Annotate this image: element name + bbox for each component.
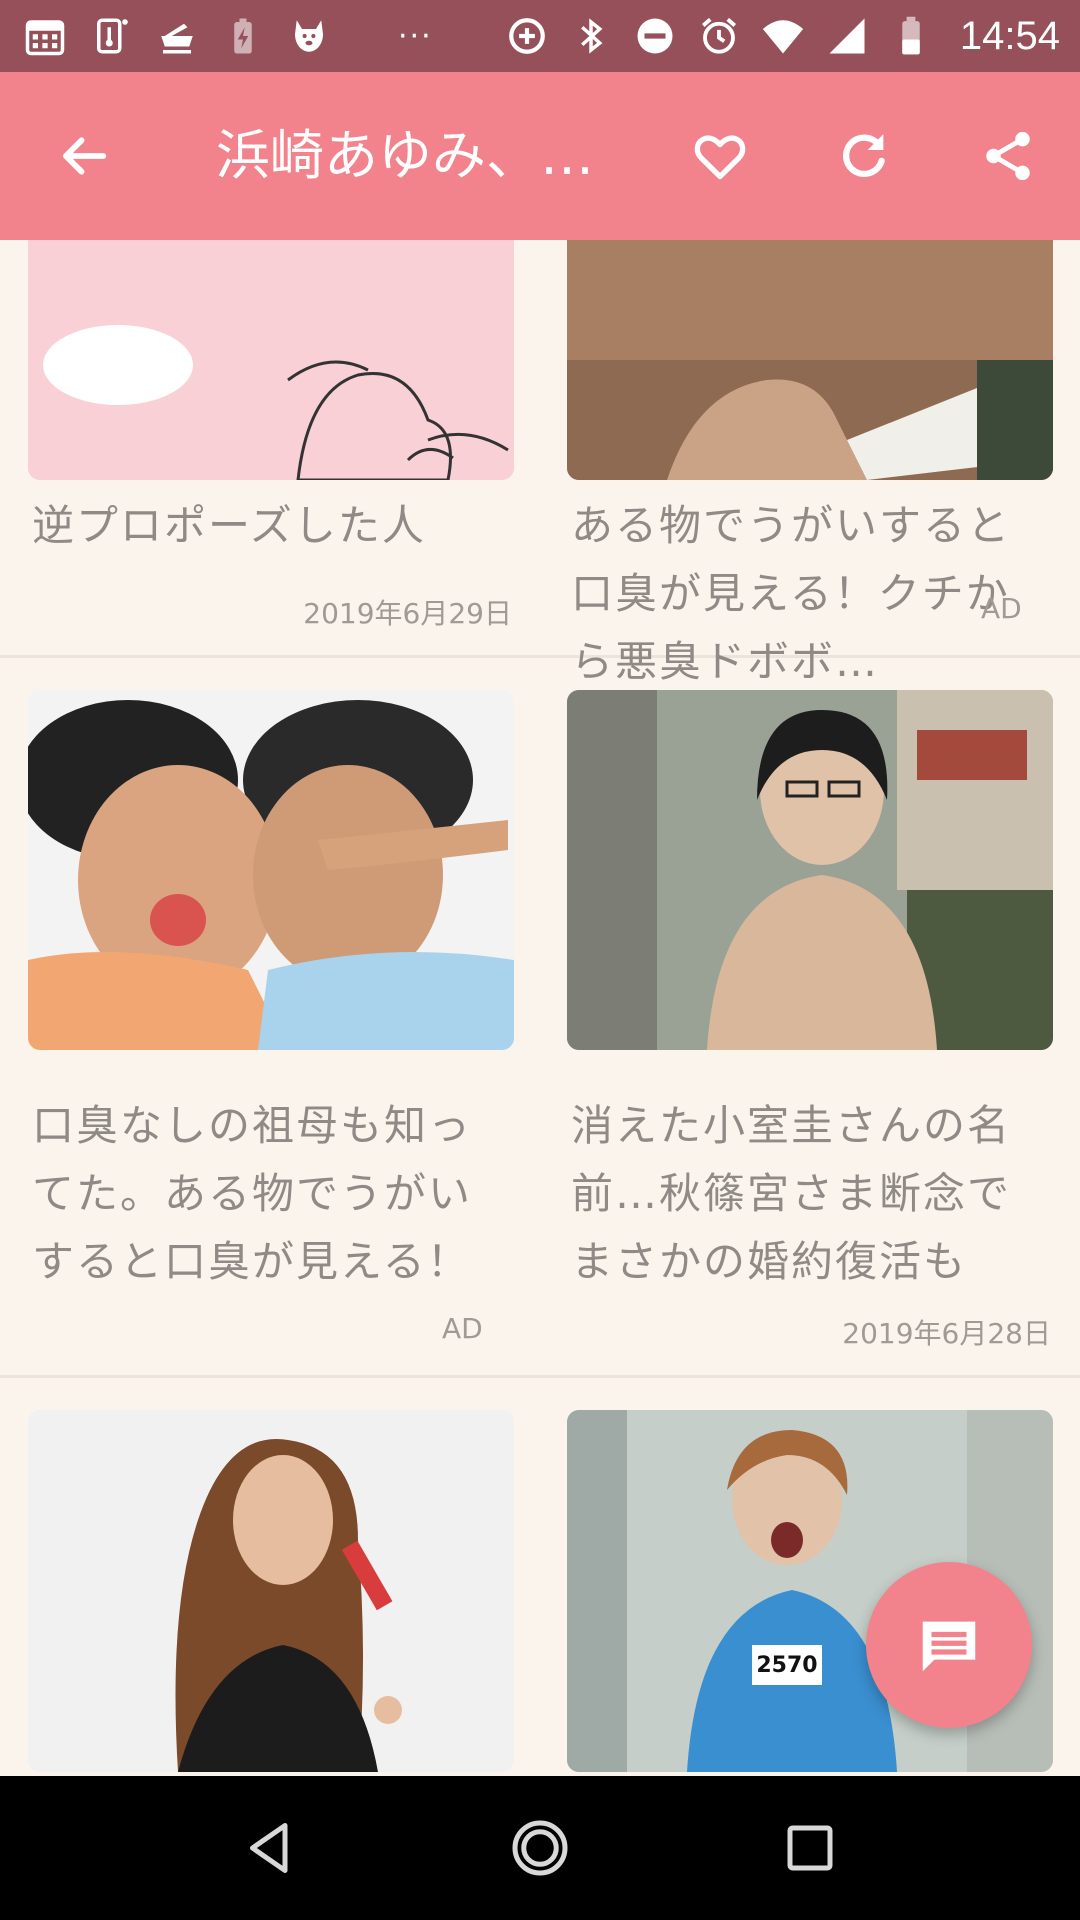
article-card[interactable] bbox=[28, 1410, 514, 1776]
article-card[interactable]: 逆プロポーズした人 2019年6月29日 bbox=[28, 240, 514, 655]
share-icon bbox=[986, 131, 1030, 181]
ad-label: AD bbox=[981, 592, 1022, 625]
message-icon bbox=[922, 1621, 976, 1672]
status-bar: ··· 14:54 bbox=[0, 0, 1080, 72]
battery-icon bbox=[888, 13, 934, 59]
refresh-icon bbox=[843, 134, 885, 177]
article-card[interactable]: 消えた小室圭さんの名前…秋篠宮さま断念でまさかの婚約復活も 2019年6月28日 bbox=[567, 690, 1053, 1350]
alarm-icon bbox=[696, 13, 742, 59]
page-title: 浜崎あゆみ、… bbox=[216, 124, 594, 187]
article-thumbnail bbox=[567, 240, 1053, 480]
bowl-icon bbox=[154, 13, 200, 59]
article-grid: 逆プロポーズした人 2019年6月29日 ある物でうがいすると口臭が見える！クチ… bbox=[0, 240, 1080, 1776]
nav-back-button[interactable] bbox=[234, 1812, 306, 1884]
article-title: 消えた小室圭さんの名前…秋篠宮さま断念でまさかの婚約復活も bbox=[571, 1101, 1012, 1286]
article-row: 逆プロポーズした人 2019年6月29日 ある物でうがいすると口臭が見える！クチ… bbox=[0, 240, 1080, 686]
bluetooth-icon bbox=[568, 13, 614, 59]
system-nav-bar bbox=[0, 1776, 1080, 1920]
comment-fab[interactable] bbox=[866, 1562, 1032, 1728]
article-thumbnail bbox=[28, 240, 514, 480]
article-title: 口臭なしの祖母も知ってた。ある物でうがいすると口臭が見える！ bbox=[32, 1101, 473, 1286]
article-title: 逆プロポーズした人 bbox=[32, 501, 426, 550]
recents-square-icon bbox=[787, 1825, 833, 1871]
article-thumbnail bbox=[28, 690, 514, 1050]
app-bar: 浜崎あゆみ、… bbox=[0, 72, 1080, 240]
home-circle-icon bbox=[512, 1820, 568, 1876]
calendar-icon bbox=[22, 13, 68, 59]
signal-icon bbox=[824, 13, 870, 59]
thermometer-icon bbox=[88, 13, 134, 59]
refresh-button[interactable] bbox=[830, 122, 898, 190]
article-date: 2019年6月29日 bbox=[303, 597, 512, 630]
battery-charging-icon bbox=[220, 13, 266, 59]
article-thumbnail bbox=[567, 690, 1053, 1050]
photo-badge-number: 2570 bbox=[756, 1653, 817, 1678]
dog-icon bbox=[286, 13, 332, 59]
article-card-ad[interactable]: ある物でうがいすると口臭が見える！クチから悪臭ドボボ… AD bbox=[567, 240, 1053, 686]
wifi-icon bbox=[760, 13, 806, 59]
article-row: 口臭なしの祖母も知ってた。ある物でうがいすると口臭が見える！ AD 消えた小室圭… bbox=[0, 658, 1080, 1378]
overflow-dots: ··· bbox=[398, 18, 433, 54]
nav-home-button[interactable] bbox=[504, 1812, 576, 1884]
article-card-ad[interactable]: 口臭なしの祖母も知ってた。ある物でうがいすると口臭が見える！ AD bbox=[28, 690, 514, 1350]
heart-icon bbox=[694, 135, 746, 180]
share-button[interactable] bbox=[974, 122, 1042, 190]
arrow-left-icon bbox=[62, 137, 107, 175]
add-circle-icon bbox=[504, 13, 550, 59]
ad-label: AD bbox=[442, 1312, 483, 1345]
back-triangle-icon bbox=[250, 1823, 288, 1873]
back-button[interactable] bbox=[50, 122, 118, 190]
nav-recents-button[interactable] bbox=[774, 1812, 846, 1884]
clock-time: 14:54 bbox=[959, 13, 1060, 58]
article-date: 2019年6月28日 bbox=[842, 1317, 1051, 1350]
article-thumbnail bbox=[28, 1410, 514, 1772]
do-not-disturb-icon bbox=[632, 13, 678, 59]
favorite-button[interactable] bbox=[686, 122, 754, 190]
